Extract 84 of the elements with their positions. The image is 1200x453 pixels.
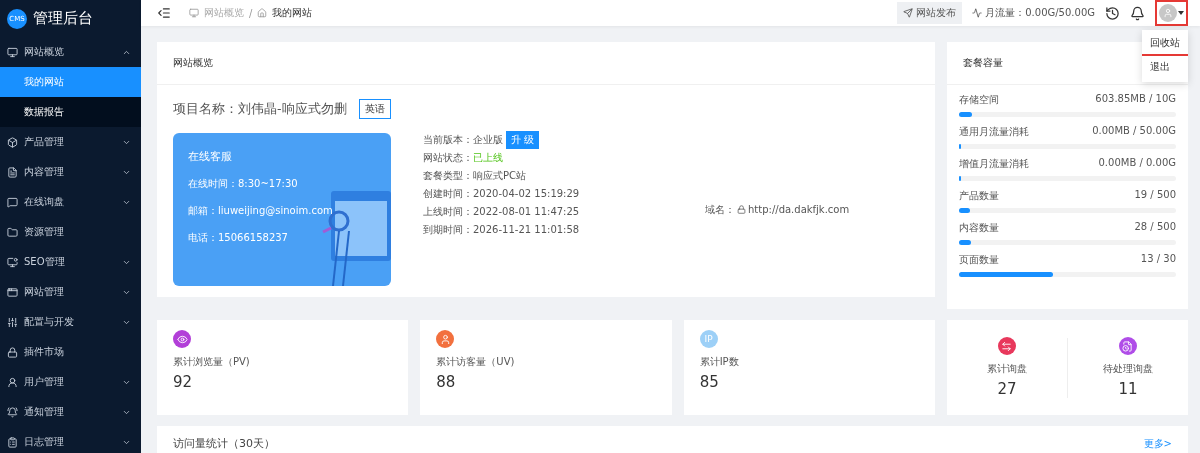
sidebar-item[interactable]: 产品管理 [0, 127, 141, 157]
eye-icon [173, 330, 191, 348]
service-info: 在线时间：8:30~17:30 [188, 177, 299, 191]
breadcrumb-item[interactable]: 我的网站 [272, 6, 313, 20]
menu-item-icon [7, 376, 18, 388]
menu-item-icon [7, 166, 18, 178]
sidebar-item[interactable]: 在线询盘 [0, 187, 141, 217]
quota-label: 存储空间 [959, 93, 999, 107]
sidebar-item[interactable]: 内容管理 [0, 157, 141, 187]
quota-reading: 28 / 500 [1134, 221, 1176, 234]
document-clock-icon [1119, 337, 1137, 355]
quota-label: 内容数量 [959, 221, 999, 235]
stat-value: 85 [699, 373, 720, 391]
menu-item-icon [7, 346, 18, 358]
stat-value: 92 [173, 373, 194, 391]
breadcrumb-separator: / [249, 7, 253, 19]
sidebar-item[interactable]: 网站管理 [0, 277, 141, 307]
pulse-icon [972, 8, 983, 18]
menu-item-icon [7, 256, 18, 268]
menu-item-icon [7, 226, 18, 238]
user-icon [436, 330, 455, 348]
stat-label: 累计浏览量（PV) [173, 355, 251, 369]
menu-item[interactable]: 退出 [1142, 56, 1188, 80]
publish-button[interactable]: 网站发布 [897, 2, 963, 24]
sidebar-item[interactable]: 日志管理 [0, 427, 141, 453]
service-info: 邮箱：liuweijing@sinoim.com [188, 204, 334, 218]
history-icon[interactable] [1105, 5, 1120, 21]
brand-title: 管理后台 [33, 9, 93, 28]
menu-item-icon [7, 196, 18, 208]
menu-item-icon [7, 286, 18, 298]
quota-reading: 603.85MB / 10G [1095, 93, 1176, 106]
stat-value: 27 [997, 380, 1017, 398]
language-tag: 英语 [358, 99, 391, 119]
notification-bell-icon[interactable] [1130, 5, 1145, 21]
domain-text: 域名： http://da.dakfjk.com [705, 202, 850, 217]
info-row-text: 创建时间：2020-04-02 15:19:29 [423, 187, 581, 200]
menu-item-icon [7, 436, 18, 448]
menu-item-icon [7, 316, 18, 328]
sidebar-item[interactable]: 插件市场 [0, 337, 141, 367]
stat-label: 累计IP数 [699, 355, 740, 369]
quota-reading: 19 / 500 [1134, 189, 1176, 202]
stat-label: 待处理询盘 [1103, 362, 1153, 376]
quota-label: 通用月流量消耗 [959, 125, 1029, 139]
quota-label: 页面数量 [959, 253, 999, 267]
send-icon [903, 8, 914, 18]
service-info: 电话：15066158237 [188, 231, 289, 245]
card-title: 网站概览 [157, 42, 935, 85]
info-row-text: 到期时间：2026-11-21 11:01:58 [423, 223, 581, 236]
stat-value: 88 [436, 373, 457, 391]
quota-reading: 13 / 30 [1140, 253, 1176, 266]
info-row: 当前版本：企业版 升 级 [423, 133, 673, 146]
project-name: 项目名称：刘伟晶-响应式勿删 [173, 100, 347, 118]
stat-label: 累计访客量（UV) [436, 355, 516, 369]
lock-icon [737, 205, 746, 214]
sidebar-item[interactable]: SEO管理 [0, 247, 141, 277]
quota-label: 产品数量 [959, 189, 999, 203]
card-title: 访问量统计（30天） [173, 436, 275, 451]
info-row-text: 上线时间：2022-08-01 11:47:25 [423, 205, 581, 218]
menu-item-icon [7, 406, 18, 418]
stat-value: 11 [1118, 380, 1138, 398]
info-row-text: 网站状态：已上线 [423, 151, 504, 164]
collapse-menu-icon[interactable] [157, 6, 171, 20]
sidebar-item[interactable]: 资源管理 [0, 217, 141, 247]
avatar-button[interactable] [1155, 0, 1188, 26]
info-row-text: 套餐类型：响应式PC站 [423, 169, 527, 182]
sidebar-item[interactable]: 用户管理 [0, 367, 141, 397]
exchange-icon [998, 337, 1016, 355]
stat-label: 累计询盘 [987, 362, 1027, 376]
ip-icon: IP [699, 330, 718, 348]
sidebar-item[interactable]: 通知管理 [0, 397, 141, 427]
sidebar-item[interactable]: 配置与开发 [0, 307, 141, 337]
menu-item-icon [7, 46, 18, 58]
service-title: 在线客服 [188, 149, 233, 164]
sidebar-item[interactable]: 网站概览 [0, 37, 141, 67]
avatar-icon [1159, 4, 1177, 22]
sidebar-subitem[interactable]: 数据报告 [0, 97, 141, 127]
caret-icon [1178, 11, 1184, 15]
quota-reading: 0.00MB / 50.00G [1092, 125, 1176, 138]
home-icon [257, 8, 268, 18]
traffic-text: 月流量：0.00G/50.00G [972, 6, 1095, 20]
quota-reading: 0.00MB / 0.00G [1098, 157, 1176, 170]
quota-label: 增值月流量消耗 [959, 157, 1029, 171]
monitor-icon [189, 8, 199, 18]
menu-item-icon [7, 136, 18, 148]
